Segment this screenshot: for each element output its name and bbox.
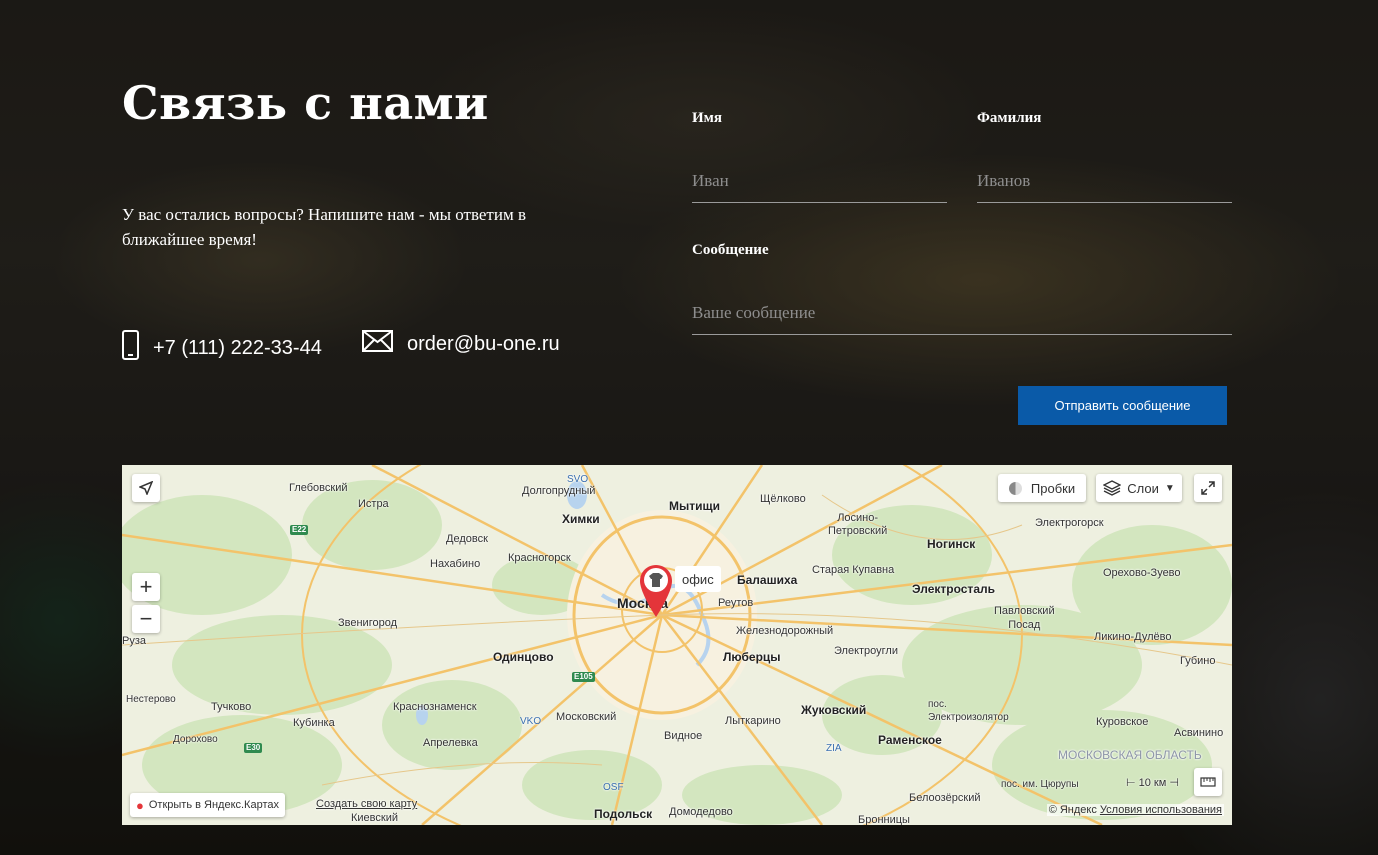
page-title: Связь с нами: [122, 76, 489, 130]
geolocation-icon: [139, 481, 153, 495]
send-message-button[interactable]: Отправить сообщение: [1018, 386, 1227, 425]
city-label: Кубинка: [293, 717, 335, 729]
ruler-button[interactable]: [1194, 768, 1222, 796]
zoom-out-button[interactable]: −: [132, 605, 160, 633]
office-marker[interactable]: [638, 563, 674, 624]
city-label: Асвинино: [1174, 727, 1224, 739]
road-shield: E30: [244, 743, 263, 753]
city-label: Истра: [358, 498, 389, 510]
airport-label: VKO: [520, 716, 542, 727]
ruler-icon: [1200, 777, 1216, 787]
city-label: Домодедово: [669, 806, 733, 818]
city-label: Киевский: [351, 812, 398, 824]
city-label: Электросталь: [912, 582, 995, 596]
layers-icon: [1103, 480, 1122, 496]
city-label: Долгопрудный: [522, 485, 596, 497]
airport-label: ZIA: [826, 743, 842, 754]
city-label: Люберцы: [723, 650, 781, 664]
city-label: Павловский Посад: [994, 605, 1055, 631]
city-label: Мытищи: [669, 499, 720, 513]
city-label: Дорохово: [173, 734, 218, 745]
city-label: Ногинск: [927, 537, 976, 551]
scale-bar: ⊢ 10 км ⊣: [1126, 777, 1179, 789]
city-label: Московский: [556, 711, 617, 723]
city-label: Видное: [664, 730, 703, 742]
phone-contact[interactable]: +7 (111) 222-33-44: [122, 330, 322, 366]
last-name-field[interactable]: [977, 160, 1232, 203]
city-label: Реутов: [718, 597, 754, 609]
road-shield: E105: [572, 672, 595, 682]
city-label: Химки: [562, 512, 600, 526]
city-label: Глебовский: [289, 482, 348, 494]
chevron-down-icon: ▼: [1164, 482, 1175, 494]
terms-link[interactable]: Условия использования: [1100, 804, 1222, 816]
city-label: Лосино- Петровский: [828, 512, 888, 537]
city-label: Руза: [122, 635, 146, 647]
road-shield: E22: [290, 525, 309, 535]
city-label: Белоозёрский: [909, 792, 981, 804]
phone-icon: [122, 330, 139, 366]
city-label: Лыткарино: [725, 715, 781, 727]
marker-pin-icon: [640, 565, 672, 617]
city-label: пос. Электроизолятор: [928, 699, 1009, 723]
city-label: Краснознаменск: [393, 701, 477, 713]
open-in-yandex-maps-button[interactable]: ● Открыть в Яндекс.Картах: [130, 793, 285, 817]
email-contact[interactable]: order@bu-one.ru: [362, 330, 560, 358]
city-label: Красногорск: [508, 552, 571, 564]
city-label: Электрогорск: [1035, 517, 1104, 529]
create-map-link[interactable]: Создать свою карту: [316, 798, 417, 810]
traffic-label: Пробки: [1030, 480, 1076, 496]
city-label: Одинцово: [493, 650, 554, 664]
open-label: Открыть в Яндекс.Картах: [148, 799, 279, 811]
city-label: Раменское: [878, 733, 942, 747]
scale-label: 10 км: [1138, 777, 1167, 789]
expand-icon: [1201, 481, 1215, 495]
airport-label: SVO: [567, 474, 589, 485]
first-name-label: Имя: [692, 110, 722, 126]
traffic-button[interactable]: Пробки: [998, 474, 1086, 502]
copyright-text: © Яндекс: [1048, 804, 1097, 816]
first-name-field[interactable]: [692, 160, 947, 203]
intro-text: У вас остались вопросы? Напишите нам - м…: [122, 205, 526, 249]
mail-icon: [362, 330, 393, 358]
fullscreen-button[interactable]: [1194, 474, 1222, 502]
layers-button[interactable]: Слои ▼: [1096, 474, 1182, 502]
city-label: Бронницы: [858, 814, 910, 825]
city-label: Тучково: [211, 701, 252, 713]
locate-button[interactable]: [132, 474, 160, 502]
city-label: Старая Купавна: [812, 564, 895, 576]
city-label: Дедовск: [446, 533, 488, 545]
city-label: Жуковский: [801, 703, 867, 717]
city-label: Нестерово: [126, 694, 176, 705]
map-copyright: © Яндекс Условия использования: [1046, 804, 1224, 816]
city-label: пос. им. Цюрупы: [1001, 779, 1079, 790]
marker-label[interactable]: офис: [675, 566, 721, 592]
city-label: Железнодорожный: [736, 625, 834, 637]
city-label: Нахабино: [430, 558, 481, 570]
last-name-label: Фамилия: [977, 110, 1042, 126]
layers-label: Слои: [1127, 480, 1159, 496]
pin-icon: ●: [136, 797, 144, 813]
airport-label: OSF: [603, 782, 624, 793]
minus-icon: −: [139, 606, 153, 631]
city-label: Щёлково: [760, 493, 806, 505]
city-label: Куровское: [1096, 716, 1149, 728]
city-label: Губино: [1180, 655, 1216, 667]
message-field[interactable]: [692, 292, 1232, 335]
phone-number[interactable]: +7 (111) 222-33-44: [153, 337, 322, 360]
city-label: Ликино-Дулёво: [1094, 631, 1172, 643]
yandex-map[interactable]: Москва Химки Мытищи Щёлково Долгопрудный…: [122, 465, 1232, 825]
traffic-icon: [1008, 481, 1022, 495]
email-address[interactable]: order@bu-one.ru: [407, 333, 560, 356]
city-label: Орехово-Зуево: [1103, 567, 1181, 579]
city-label: Звенигород: [338, 617, 398, 629]
city-label: Балашиха: [737, 573, 798, 587]
message-label: Сообщение: [692, 242, 769, 258]
plus-icon: +: [139, 574, 153, 599]
city-label: Подольск: [594, 807, 653, 821]
zoom-in-button[interactable]: +: [132, 573, 160, 601]
city-label: Апрелевка: [423, 737, 478, 749]
region-label: МОСКОВСКАЯ ОБЛАСТЬ: [1058, 748, 1202, 762]
city-label: Электроугли: [834, 645, 898, 657]
